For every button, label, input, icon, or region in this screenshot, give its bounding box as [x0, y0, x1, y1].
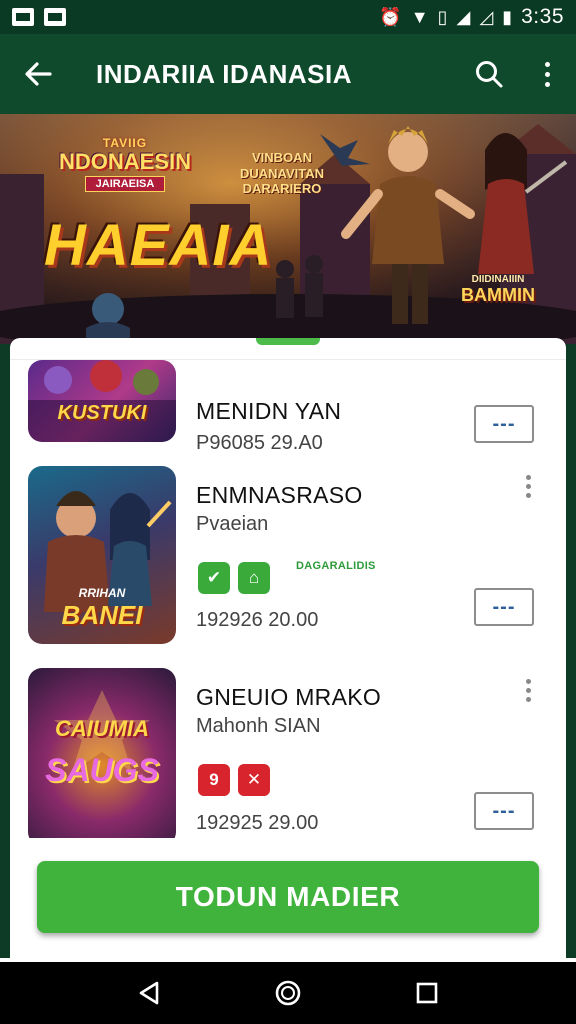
app-thumbnail: CAIUMIA SAUGS	[28, 668, 176, 838]
download-button[interactable]: ---	[474, 792, 534, 830]
app-developer: Mahonh SIAN	[196, 715, 321, 737]
nav-home-icon[interactable]	[260, 965, 316, 1021]
page-title: INDARIIA IDANASIA	[96, 58, 352, 89]
app-meta: 192925 29.00	[196, 812, 319, 834]
banner-corner-logo: DIIDINAIIIN BAMMIN	[461, 274, 535, 305]
banner-logo: TAVIIG NDONAESIN JAIRAEISA	[58, 136, 191, 193]
app-thumbnail: RRIHAN BANEI	[28, 466, 176, 644]
back-arrow-icon[interactable]	[0, 34, 76, 114]
download-button[interactable]: ---	[474, 405, 534, 443]
banner-headline: HAEAIA	[44, 213, 273, 278]
nav-back-icon[interactable]	[121, 965, 177, 1021]
nav-recents-icon[interactable]	[399, 965, 455, 1021]
wifi-icon: ▼	[410, 7, 429, 27]
signal-icon-2: ◿	[479, 7, 494, 27]
primary-action-button[interactable]: TODUN MADIER	[37, 861, 539, 933]
list-item[interactable]: RRIHAN BANEI ENMNASRASO Pvaeian ✔ ⌂ DAGA…	[10, 466, 566, 656]
app-title: GNEUIO MRAKO	[196, 684, 382, 710]
list-item[interactable]: KUSTUKI MENIDN YAN P96085 29.A0 ---	[10, 360, 566, 474]
message-notification-icon	[44, 8, 66, 26]
more-options-icon[interactable]	[518, 34, 576, 114]
app-meta: 192926 20.00	[196, 609, 319, 631]
status-bar: ⏰ ▼ ▯ ◢ ◿ ▮ 3:35	[0, 0, 576, 34]
download-button[interactable]: ---	[474, 588, 534, 626]
app-bar: INDARIIA IDANASIA	[0, 34, 576, 114]
clock: 3:35	[521, 5, 564, 28]
sheet-grip-handle[interactable]	[256, 338, 320, 345]
vibrate-icon: ▯	[437, 7, 448, 27]
app-developer: Pvaeian	[196, 513, 269, 535]
badge-label: DAGARALIDIS	[296, 560, 376, 572]
item-more-icon[interactable]	[518, 676, 538, 704]
home-badge-icon: ⌂	[238, 562, 270, 594]
video-badge-icon: 9	[198, 764, 230, 796]
system-nav-bar	[0, 962, 576, 1024]
item-more-icon[interactable]	[518, 472, 538, 500]
app-list: KUSTUKI MENIDN YAN P96085 29.A0 --- RRIH…	[10, 360, 566, 838]
app-title: MENIDN YAN	[196, 398, 342, 424]
gallery-notification-icon	[12, 8, 34, 26]
banner-subtitle: VINBOAN DUANAVITAN DARARIERO	[239, 150, 324, 197]
cta-area: TODUN MADIER	[10, 838, 566, 958]
tool-badge-icon: ✕	[238, 764, 270, 796]
app-thumbnail: KUSTUKI	[28, 360, 176, 442]
app-meta: P96085 29.A0	[196, 432, 323, 454]
social-badge-icon: ✔	[198, 562, 230, 594]
battery-icon: ▮	[502, 7, 513, 27]
alarm-icon: ⏰	[379, 7, 402, 27]
search-icon[interactable]	[460, 34, 518, 114]
promo-banner[interactable]: TAVIIG NDONAESIN JAIRAEISA VINBOAN DUANA…	[0, 114, 576, 344]
list-item[interactable]: CAIUMIA SAUGS GNEUIO MRAKO Mahonh SIAN 9…	[10, 668, 566, 838]
app-list-sheet: KUSTUKI MENIDN YAN P96085 29.A0 --- RRIH…	[10, 338, 566, 958]
app-title: ENMNASRASO	[196, 482, 363, 508]
signal-icon: ◢	[456, 7, 471, 27]
